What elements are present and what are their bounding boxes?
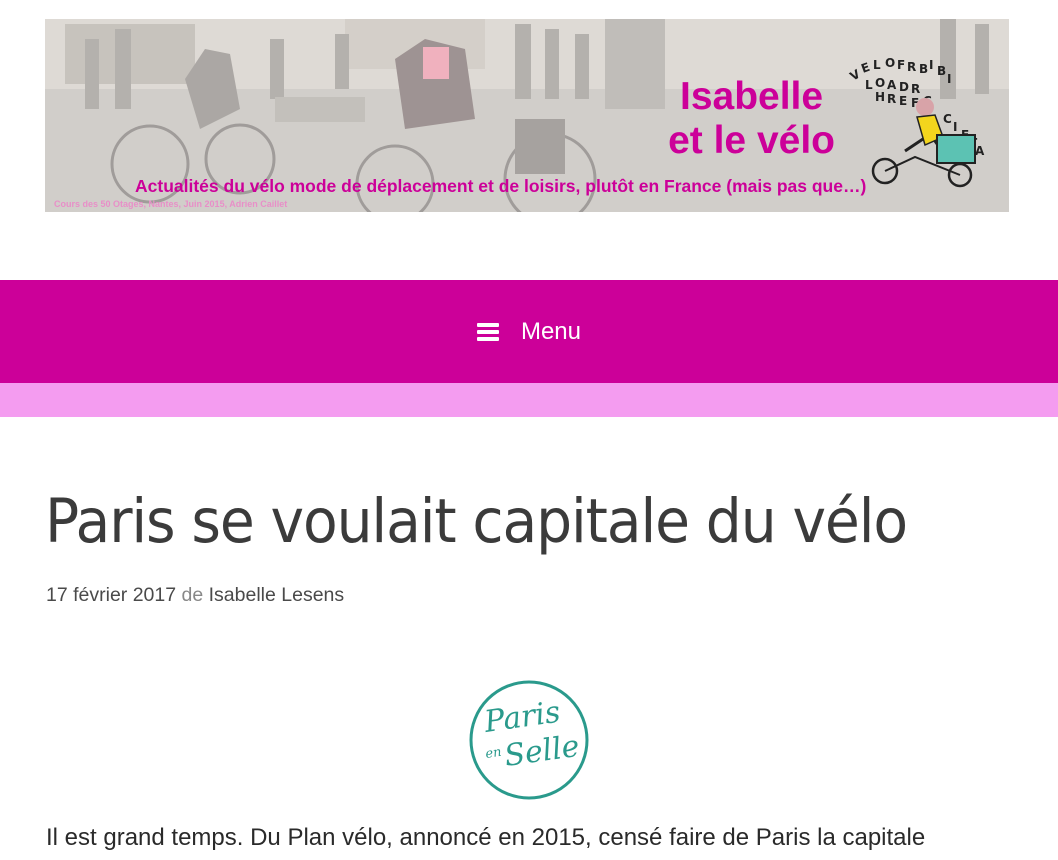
post-first-line: Il est grand temps. Du Plan vélo, annonc… — [46, 824, 926, 851]
site-title-line1: Isabelle — [679, 75, 824, 118]
post-meta: 17 février 2017 de Isabelle Lesens — [46, 584, 344, 607]
svg-text:R: R — [911, 82, 920, 96]
secondary-bar — [0, 383, 1058, 417]
menu-toggle-button[interactable]: Menu — [476, 317, 582, 346]
site-tagline: Actualités du vélo mode de déplacement e… — [135, 176, 867, 196]
svg-text:F: F — [897, 58, 905, 72]
svg-text:O: O — [875, 76, 885, 90]
post-title: Paris se voulait capitale du vélo — [45, 486, 908, 557]
svg-text:C: C — [943, 112, 952, 126]
post-author-link[interactable]: Isabelle Lesens — [209, 584, 345, 606]
svg-text:D: D — [899, 80, 909, 94]
svg-text:B: B — [937, 64, 946, 78]
svg-text:E: E — [859, 60, 871, 76]
site-title[interactable]: Isabelle et le vélo — [668, 75, 835, 163]
svg-text:I: I — [929, 58, 933, 72]
photo-credit: Cours des 50 Otages, Nantes, Juin 2015, … — [54, 199, 288, 209]
svg-text:I: I — [953, 120, 957, 134]
cargo-bike-icon: V E L O F R B I B I L O A D R H R E F C … — [848, 56, 985, 188]
header-banner[interactable]: Isabelle et le vélo V E L O F R B I B I … — [45, 19, 1009, 212]
svg-text:L: L — [873, 58, 881, 72]
svg-text:R: R — [887, 92, 896, 106]
svg-text:R: R — [907, 60, 916, 74]
site-title-line2: et le vélo — [668, 119, 835, 162]
svg-text:O: O — [885, 56, 895, 70]
post-date: 17 février 2017 — [46, 584, 177, 606]
main-navigation: Menu — [0, 280, 1058, 383]
svg-text:I: I — [947, 72, 951, 86]
svg-text:L: L — [865, 78, 873, 92]
svg-text:A: A — [975, 144, 985, 158]
paris-en-selle-logo: Paris en Selle — [469, 680, 589, 800]
hamburger-icon — [476, 322, 499, 341]
post-by: de — [181, 584, 204, 606]
svg-text:H: H — [875, 90, 885, 104]
menu-label: Menu — [520, 317, 582, 345]
svg-text:B: B — [919, 62, 928, 76]
logo-word-en: en — [484, 745, 502, 762]
svg-text:A: A — [887, 78, 897, 92]
svg-text:E: E — [899, 94, 907, 108]
